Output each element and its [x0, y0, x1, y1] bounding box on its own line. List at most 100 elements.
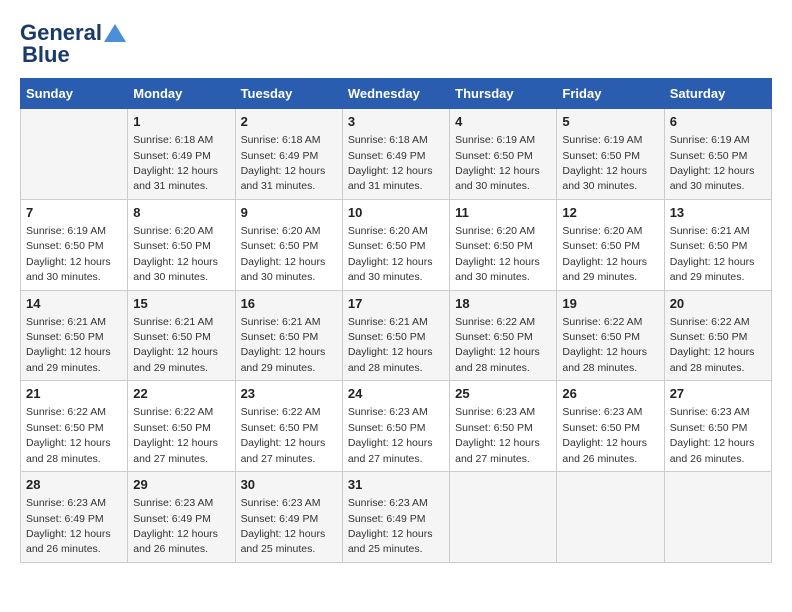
day-info: Sunrise: 6:21 AM Sunset: 6:50 PM Dayligh…: [26, 316, 111, 374]
day-number: 12: [562, 204, 658, 222]
calendar-cell: 10 Sunrise: 6:20 AM Sunset: 6:50 PM Dayli…: [342, 199, 449, 290]
calendar-cell: [21, 109, 128, 200]
calendar-cell: 11 Sunrise: 6:20 AM Sunset: 6:50 PM Dayli…: [450, 199, 557, 290]
week-row-3: 14 Sunrise: 6:21 AM Sunset: 6:50 PM Dayli…: [21, 290, 772, 381]
calendar-cell: 14 Sunrise: 6:21 AM Sunset: 6:50 PM Dayli…: [21, 290, 128, 381]
day-info: Sunrise: 6:22 AM Sunset: 6:50 PM Dayligh…: [133, 406, 218, 464]
calendar-cell: 30 Sunrise: 6:23 AM Sunset: 6:49 PM Dayli…: [235, 472, 342, 563]
day-number: 28: [26, 476, 122, 494]
day-info: Sunrise: 6:20 AM Sunset: 6:50 PM Dayligh…: [133, 225, 218, 283]
day-header-thursday: Thursday: [450, 79, 557, 109]
day-info: Sunrise: 6:23 AM Sunset: 6:50 PM Dayligh…: [348, 406, 433, 464]
day-header-friday: Friday: [557, 79, 664, 109]
day-info: Sunrise: 6:18 AM Sunset: 6:49 PM Dayligh…: [241, 134, 326, 192]
day-number: 7: [26, 204, 122, 222]
day-info: Sunrise: 6:20 AM Sunset: 6:50 PM Dayligh…: [241, 225, 326, 283]
day-number: 17: [348, 295, 444, 313]
day-number: 24: [348, 385, 444, 403]
day-info: Sunrise: 6:18 AM Sunset: 6:49 PM Dayligh…: [348, 134, 433, 192]
day-number: 18: [455, 295, 551, 313]
day-info: Sunrise: 6:23 AM Sunset: 6:50 PM Dayligh…: [455, 406, 540, 464]
day-number: 9: [241, 204, 337, 222]
calendar-body: 1Sunrise: 6:18 AM Sunset: 6:49 PM Daylig…: [21, 109, 772, 563]
week-row-2: 7 Sunrise: 6:19 AM Sunset: 6:50 PM Daylig…: [21, 199, 772, 290]
calendar-cell: 12 Sunrise: 6:20 AM Sunset: 6:50 PM Dayli…: [557, 199, 664, 290]
day-info: Sunrise: 6:23 AM Sunset: 6:49 PM Dayligh…: [26, 497, 111, 555]
day-number: 11: [455, 204, 551, 222]
day-info: Sunrise: 6:22 AM Sunset: 6:50 PM Dayligh…: [670, 316, 755, 374]
calendar-header-row: SundayMondayTuesdayWednesdayThursdayFrid…: [21, 79, 772, 109]
day-header-wednesday: Wednesday: [342, 79, 449, 109]
day-info: Sunrise: 6:20 AM Sunset: 6:50 PM Dayligh…: [348, 225, 433, 283]
calendar-cell: 19 Sunrise: 6:22 AM Sunset: 6:50 PM Dayli…: [557, 290, 664, 381]
calendar-cell: 27 Sunrise: 6:23 AM Sunset: 6:50 PM Dayli…: [664, 381, 771, 472]
day-number: 20: [670, 295, 766, 313]
day-number: 26: [562, 385, 658, 403]
calendar-cell: [450, 472, 557, 563]
logo: General Blue: [20, 20, 126, 68]
calendar-cell: 2 Sunrise: 6:18 AM Sunset: 6:49 PM Daylig…: [235, 109, 342, 200]
day-number: 10: [348, 204, 444, 222]
day-info: Sunrise: 6:18 AM Sunset: 6:49 PM Dayligh…: [133, 134, 218, 192]
day-info: Sunrise: 6:19 AM Sunset: 6:50 PM Dayligh…: [562, 134, 647, 192]
day-number: 13: [670, 204, 766, 222]
day-number: 23: [241, 385, 337, 403]
calendar-cell: 20 Sunrise: 6:22 AM Sunset: 6:50 PM Dayli…: [664, 290, 771, 381]
day-number: 22: [133, 385, 229, 403]
day-number: 15: [133, 295, 229, 313]
day-info: Sunrise: 6:20 AM Sunset: 6:50 PM Dayligh…: [562, 225, 647, 283]
calendar-cell: 21Sunrise: 6:22 AM Sunset: 6:50 PM Dayli…: [21, 381, 128, 472]
calendar-cell: [664, 472, 771, 563]
calendar-cell: 31 Sunrise: 6:23 AM Sunset: 6:49 PM Dayli…: [342, 472, 449, 563]
day-number: 5: [562, 113, 658, 131]
calendar-cell: 26 Sunrise: 6:23 AM Sunset: 6:50 PM Dayli…: [557, 381, 664, 472]
day-info: Sunrise: 6:19 AM Sunset: 6:50 PM Dayligh…: [26, 225, 111, 283]
day-info: Sunrise: 6:19 AM Sunset: 6:50 PM Dayligh…: [455, 134, 540, 192]
day-header-saturday: Saturday: [664, 79, 771, 109]
day-info: Sunrise: 6:23 AM Sunset: 6:50 PM Dayligh…: [562, 406, 647, 464]
day-info: Sunrise: 6:23 AM Sunset: 6:49 PM Dayligh…: [133, 497, 218, 555]
day-info: Sunrise: 6:20 AM Sunset: 6:50 PM Dayligh…: [455, 225, 540, 283]
day-number: 4: [455, 113, 551, 131]
calendar-cell: 29Sunrise: 6:23 AM Sunset: 6:49 PM Dayli…: [128, 472, 235, 563]
day-info: Sunrise: 6:19 AM Sunset: 6:50 PM Dayligh…: [670, 134, 755, 192]
logo-icon: [104, 22, 126, 44]
day-number: 14: [26, 295, 122, 313]
day-info: Sunrise: 6:23 AM Sunset: 6:50 PM Dayligh…: [670, 406, 755, 464]
day-number: 31: [348, 476, 444, 494]
day-number: 30: [241, 476, 337, 494]
day-info: Sunrise: 6:22 AM Sunset: 6:50 PM Dayligh…: [455, 316, 540, 374]
calendar-cell: 15 Sunrise: 6:21 AM Sunset: 6:50 PM Dayli…: [128, 290, 235, 381]
calendar-cell: 13 Sunrise: 6:21 AM Sunset: 6:50 PM Dayli…: [664, 199, 771, 290]
calendar-cell: 6Sunrise: 6:19 AM Sunset: 6:50 PM Daylig…: [664, 109, 771, 200]
day-number: 16: [241, 295, 337, 313]
day-header-tuesday: Tuesday: [235, 79, 342, 109]
calendar-cell: 22 Sunrise: 6:22 AM Sunset: 6:50 PM Dayli…: [128, 381, 235, 472]
week-row-4: 21 Sunrise: 6:22 AM Sunset: 6:50 PM Dayli…: [21, 381, 772, 472]
calendar-cell: 25Sunrise: 6:23 AM Sunset: 6:50 PM Dayli…: [450, 381, 557, 472]
calendar-cell: [557, 472, 664, 563]
day-info: Sunrise: 6:23 AM Sunset: 6:49 PM Dayligh…: [241, 497, 326, 555]
day-number: 19: [562, 295, 658, 313]
day-header-monday: Monday: [128, 79, 235, 109]
week-row-1: 1Sunrise: 6:18 AM Sunset: 6:49 PM Daylig…: [21, 109, 772, 200]
calendar-cell: 18 Sunrise: 6:22 AM Sunset: 6:50 PM Dayli…: [450, 290, 557, 381]
calendar-cell: 3Sunrise: 6:18 AM Sunset: 6:49 PM Daylig…: [342, 109, 449, 200]
calendar-cell: 8Sunrise: 6:20 AM Sunset: 6:50 PM Daylig…: [128, 199, 235, 290]
calendar-cell: 24 Sunrise: 6:23 AM Sunset: 6:50 PM Dayli…: [342, 381, 449, 472]
calendar-cell: 16 Sunrise: 6:21 AM Sunset: 6:50 PM Dayli…: [235, 290, 342, 381]
day-info: Sunrise: 6:22 AM Sunset: 6:50 PM Dayligh…: [562, 316, 647, 374]
day-info: Sunrise: 6:21 AM Sunset: 6:50 PM Dayligh…: [133, 316, 218, 374]
calendar-cell: 23Sunrise: 6:22 AM Sunset: 6:50 PM Dayli…: [235, 381, 342, 472]
calendar-cell: 28 Sunrise: 6:23 AM Sunset: 6:49 PM Dayli…: [21, 472, 128, 563]
day-number: 2: [241, 113, 337, 131]
calendar-cell: 4 Sunrise: 6:19 AM Sunset: 6:50 PM Daylig…: [450, 109, 557, 200]
logo-blue: Blue: [22, 42, 70, 68]
calendar-cell: 1Sunrise: 6:18 AM Sunset: 6:49 PM Daylig…: [128, 109, 235, 200]
day-info: Sunrise: 6:21 AM Sunset: 6:50 PM Dayligh…: [241, 316, 326, 374]
day-number: 27: [670, 385, 766, 403]
day-info: Sunrise: 6:23 AM Sunset: 6:49 PM Dayligh…: [348, 497, 433, 555]
day-number: 21: [26, 385, 122, 403]
day-info: Sunrise: 6:21 AM Sunset: 6:50 PM Dayligh…: [670, 225, 755, 283]
week-row-5: 28 Sunrise: 6:23 AM Sunset: 6:49 PM Dayli…: [21, 472, 772, 563]
